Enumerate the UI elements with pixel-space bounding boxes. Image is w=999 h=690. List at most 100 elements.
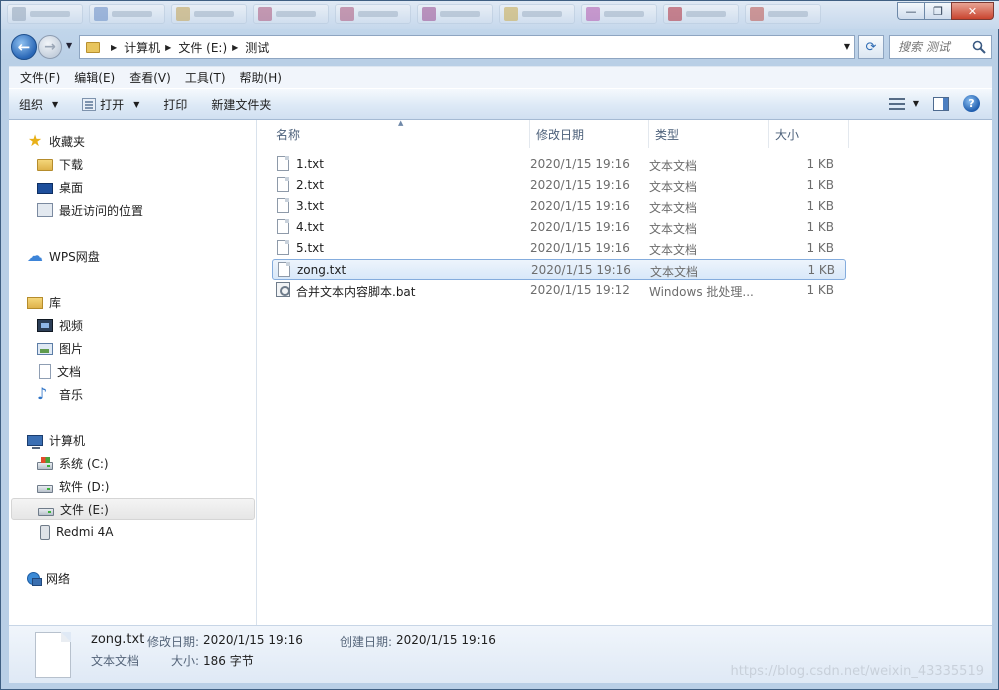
nav-drive-d[interactable]: 软件 (D:)	[9, 475, 255, 497]
menu-help[interactable]: 帮助(H)	[233, 69, 289, 86]
nav-recent-places[interactable]: 最近访问的位置	[9, 199, 255, 221]
nav-pictures[interactable]: 图片	[9, 337, 255, 359]
taskbar-tab[interactable]	[7, 4, 83, 24]
folder-icon	[86, 41, 100, 53]
taskbar-tab[interactable]	[89, 4, 165, 24]
taskbar-strip	[7, 4, 821, 24]
navigation-pane[interactable]: ★ 收藏夹 下载 桌面 最近访问的位置 ☁ WPS网盘 库 视频 图片 文档 ♪ 音乐…	[9, 120, 257, 625]
details-file-type: 文本文档	[91, 654, 140, 668]
breadcrumb-drive-e[interactable]: ▶ 文件 (E:)	[160, 39, 227, 56]
nav-wps-cloud[interactable]: ☁ WPS网盘	[9, 245, 255, 267]
text-file-icon	[277, 219, 289, 234]
details-modified-label: 修改日期:	[147, 635, 200, 649]
file-row[interactable]: 4.txt 2020/1/15 19:16 文本文档 1 KB	[272, 217, 846, 238]
nav-drive-e[interactable]: 文件 (E:)	[11, 498, 255, 520]
phone-icon	[40, 524, 50, 540]
nav-favorites[interactable]: ★ 收藏夹	[9, 130, 255, 152]
drive-icon	[38, 507, 54, 516]
taskbar-tab[interactable]	[335, 4, 411, 24]
open-button[interactable]: 打开 ▼	[82, 96, 139, 113]
video-icon	[37, 318, 53, 332]
details-size-label: 大小:	[171, 654, 200, 668]
library-icon	[27, 297, 43, 309]
star-icon: ★	[27, 131, 43, 150]
recent-pages-dropdown[interactable]: ▼	[66, 41, 72, 50]
details-pane: zong.txt 修改日期: 2020/1/15 19:16 创建日期: 202…	[9, 625, 992, 683]
search-icon[interactable]	[972, 40, 986, 54]
details-modified-value: 2020/1/15 19:16	[203, 633, 303, 647]
nav-computer[interactable]: 计算机	[9, 429, 255, 451]
taskbar-tab[interactable]	[499, 4, 575, 24]
menu-view[interactable]: 查看(V)	[122, 69, 178, 86]
chevron-right-icon[interactable]: ▶	[111, 43, 117, 52]
taskbar-tab[interactable]	[663, 4, 739, 24]
column-header-size[interactable]: 大小	[769, 120, 849, 148]
nav-libraries[interactable]: 库	[9, 291, 255, 313]
system-drive-icon	[37, 456, 53, 470]
taskbar-tab[interactable]	[745, 4, 821, 24]
close-button[interactable]: ✕	[951, 2, 994, 20]
batch-file-icon	[276, 282, 290, 297]
downloads-folder-icon	[37, 159, 53, 171]
breadcrumb-computer[interactable]: ▶ 计算机	[106, 39, 160, 56]
taskbar-tab[interactable]	[253, 4, 329, 24]
taskbar-tab[interactable]	[581, 4, 657, 24]
file-list-pane[interactable]: ▲ 名称 修改日期 类型 大小 1.txt 2020/1/15 19:16 文本…	[258, 119, 992, 625]
organize-button[interactable]: 组织 ▼	[19, 96, 58, 113]
taskbar-tab[interactable]	[417, 4, 493, 24]
nav-documents[interactable]: 文档	[9, 360, 255, 382]
print-button[interactable]: 打印	[163, 96, 187, 113]
file-row[interactable]: 3.txt 2020/1/15 19:16 文本文档 1 KB	[272, 196, 846, 217]
taskbar-tab[interactable]	[171, 4, 247, 24]
new-folder-button[interactable]: 新建文件夹	[211, 96, 271, 113]
menu-edit[interactable]: 编辑(E)	[67, 69, 122, 86]
nav-redmi-4a[interactable]: Redmi 4A	[9, 521, 255, 543]
nav-videos[interactable]: 视频	[9, 314, 255, 336]
nav-music[interactable]: ♪ 音乐	[9, 383, 255, 405]
column-header-type[interactable]: 类型	[649, 120, 769, 148]
arrow-left-icon: ←	[17, 38, 31, 56]
explorer-window: — ❐ ✕ ← → ▼ ▶计算机 ▶文件 (E:) ▶测试 ▼ ⟳ 文件(F) …	[0, 0, 999, 690]
chevron-right-icon[interactable]: ▶	[232, 43, 238, 52]
sort-ascending-icon: ▲	[398, 119, 404, 127]
nav-desktop[interactable]: 桌面	[9, 176, 255, 198]
menu-tools[interactable]: 工具(T)	[178, 69, 233, 86]
preview-pane-icon[interactable]	[933, 96, 949, 111]
maximize-button[interactable]: ❐	[924, 2, 951, 20]
arrow-right-icon: →	[44, 39, 56, 55]
address-row: ← → ▼ ▶ 计算机 ▶ 文件 (E:) ▶ 测试 ▼ ⟳	[9, 32, 992, 62]
title-bar: — ❐ ✕	[1, 1, 999, 29]
drive-icon	[37, 484, 53, 493]
details-created-value: 2020/1/15 19:16	[396, 633, 496, 647]
network-icon	[27, 572, 42, 586]
search-input[interactable]	[898, 40, 968, 54]
search-box[interactable]	[889, 35, 992, 59]
nav-downloads[interactable]: 下载	[9, 153, 255, 175]
caret-down-icon: ▼	[912, 99, 919, 108]
chevron-right-icon[interactable]: ▶	[165, 43, 171, 52]
minimize-button[interactable]: —	[897, 2, 924, 20]
breadcrumb-test[interactable]: ▶ 测试	[227, 39, 269, 56]
menu-file[interactable]: 文件(F)	[13, 69, 67, 86]
address-bar[interactable]: ▶ 计算机 ▶ 文件 (E:) ▶ 测试 ▼	[79, 35, 855, 59]
address-dropdown[interactable]: ▼	[844, 42, 850, 51]
details-view-icon	[888, 97, 905, 111]
caret-down-icon: ▼	[133, 99, 140, 109]
forward-button[interactable]: →	[38, 35, 62, 59]
content-area: ★ 收藏夹 下载 桌面 最近访问的位置 ☁ WPS网盘 库 视频 图片 文档 ♪ 音乐…	[9, 119, 992, 625]
back-button[interactable]: ←	[11, 34, 37, 60]
change-view-button[interactable]: ▼	[888, 97, 919, 111]
refresh-button[interactable]: ⟳	[858, 35, 884, 59]
column-header-name[interactable]: ▲ 名称	[270, 119, 530, 148]
help-icon[interactable]: ?	[963, 95, 980, 112]
file-row[interactable]: 合并文本内容脚本.bat 2020/1/15 19:12 Windows 批处理…	[272, 280, 846, 301]
file-row[interactable]: 1.txt 2020/1/15 19:16 文本文档 1 KB	[272, 154, 846, 175]
nav-drive-c[interactable]: 系统 (C:)	[9, 452, 255, 474]
column-header-date[interactable]: 修改日期	[530, 120, 649, 148]
details-created-label: 创建日期:	[340, 635, 393, 649]
file-row[interactable]: 2.txt 2020/1/15 19:16 文本文档 1 KB	[272, 175, 846, 196]
file-row-selected[interactable]: zong.txt 2020/1/15 19:16 文本文档 1 KB	[272, 259, 846, 280]
file-row[interactable]: 5.txt 2020/1/15 19:16 文本文档 1 KB	[272, 238, 846, 259]
refresh-icon: ⟳	[865, 39, 877, 55]
nav-network[interactable]: 网络	[9, 567, 255, 589]
